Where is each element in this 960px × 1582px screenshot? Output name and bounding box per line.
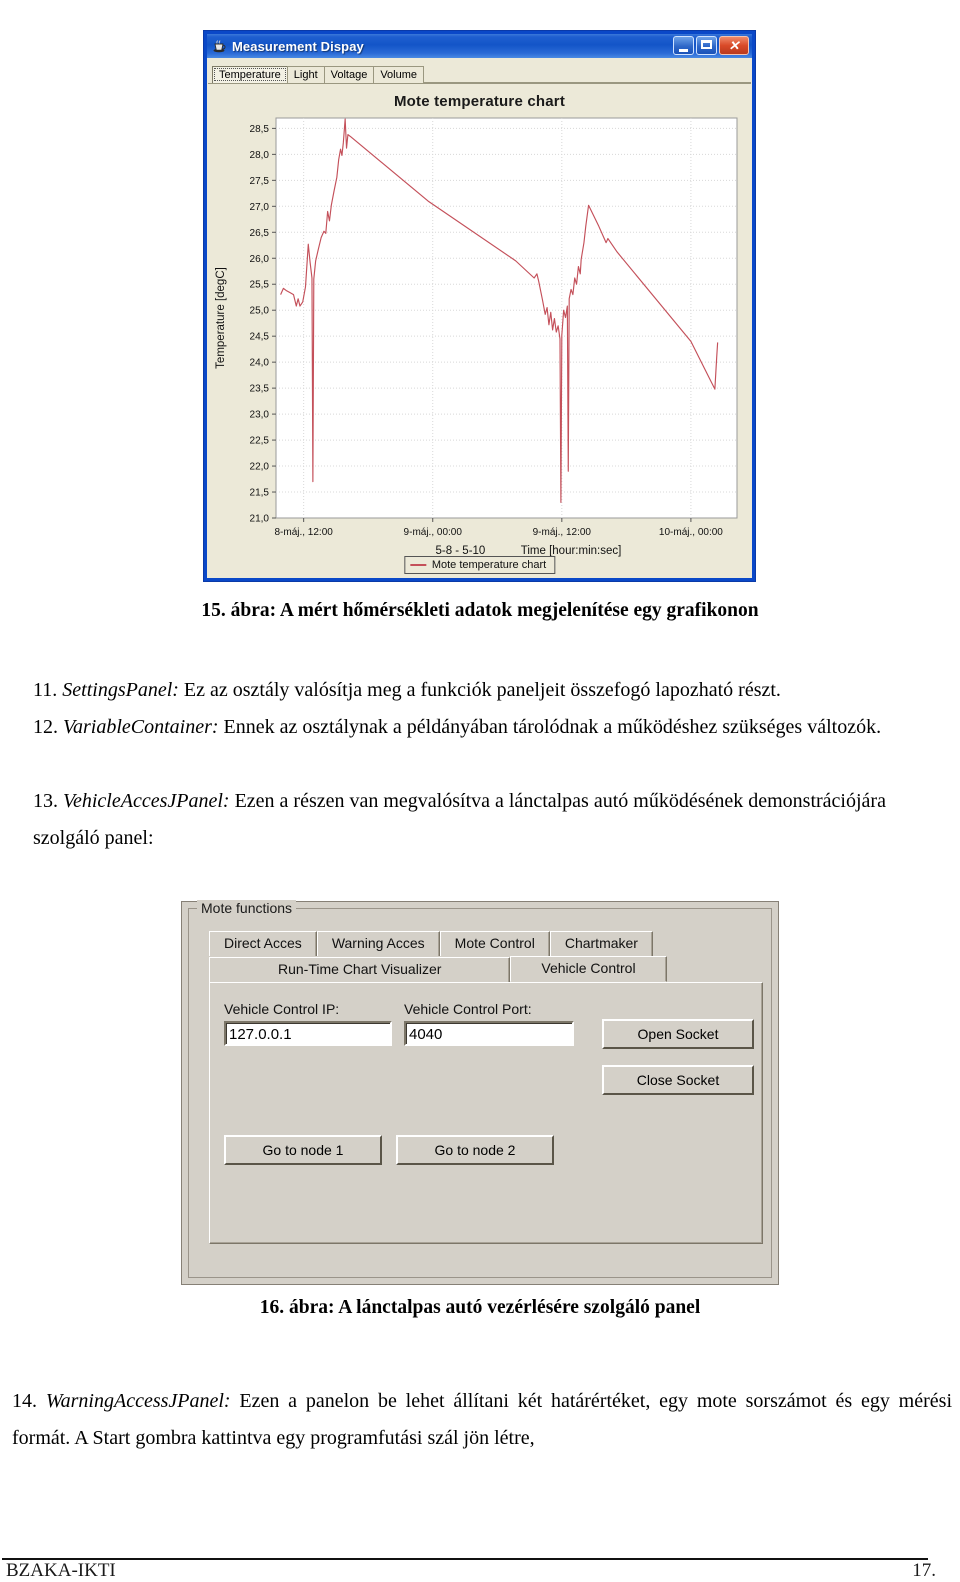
svg-text:8-máj., 12:00: 8-máj., 12:00 bbox=[274, 527, 333, 538]
mote-tabs-row-1: Direct Acces Warning Acces Mote Control … bbox=[209, 931, 763, 956]
tab-warning-acces[interactable]: Warning Acces bbox=[316, 931, 440, 956]
legend-label: Mote temperature chart bbox=[431, 559, 547, 571]
close-button[interactable]: ✕ bbox=[719, 36, 749, 55]
legend-line-swatch bbox=[409, 564, 426, 566]
vehicle-control-ip-input[interactable]: 127.0.0.1 bbox=[224, 1021, 392, 1046]
svg-text:25,0: 25,0 bbox=[250, 306, 270, 317]
paragraph-13-number: 13. bbox=[33, 790, 58, 812]
paragraph-14: 14. WarningAccessJPanel: Ezen a panelon … bbox=[12, 1383, 952, 1457]
paragraph-12-number: 12. bbox=[33, 716, 58, 738]
svg-text:24,5: 24,5 bbox=[250, 332, 270, 343]
svg-text:Temperature [degC]: Temperature [degC] bbox=[215, 267, 227, 369]
node-buttons-group: Go to node 1 Go to node 2 bbox=[224, 1135, 748, 1165]
svg-text:26,5: 26,5 bbox=[250, 228, 270, 239]
duke-coffee-icon bbox=[211, 38, 227, 54]
svg-text:26,0: 26,0 bbox=[250, 254, 270, 265]
svg-text:22,0: 22,0 bbox=[250, 462, 270, 473]
svg-text:23,0: 23,0 bbox=[250, 410, 270, 421]
svg-text:28,0: 28,0 bbox=[250, 150, 270, 161]
footer-left: BZAKA-IKTI bbox=[6, 1560, 116, 1581]
tab-mote-control[interactable]: Mote Control bbox=[439, 931, 550, 956]
paragraph-11-number: 11. bbox=[33, 679, 58, 701]
paragraph-11-text: Ez az osztály valósítja meg a funkciók p… bbox=[178, 679, 781, 701]
chart-svg: 28,5 28,0 27,5 27,0 26,5 26,0 25,5 25,0 24,5 24,0… bbox=[215, 117, 738, 557]
paragraph-14-term: WarningAccessJPanel: bbox=[45, 1390, 231, 1412]
groupbox-title: Mote functions bbox=[197, 900, 297, 916]
tab-run-time-chart-visualizer[interactable]: Run-Time Chart Visualizer bbox=[209, 957, 511, 982]
port-field-group: Vehicle Control Port: 4040 bbox=[404, 1001, 574, 1046]
ip-label: Vehicle Control IP: bbox=[224, 1001, 340, 1017]
svg-text:10-máj., 00:00: 10-máj., 00:00 bbox=[659, 527, 723, 538]
paragraph-14-number: 14. bbox=[12, 1390, 37, 1412]
minimize-button[interactable] bbox=[673, 36, 694, 55]
temperature-chart-panel: Mote temperature chart 28,5 28,0 27,5 27,0 2… bbox=[208, 84, 751, 577]
vehicle-control-port-input[interactable]: 4040 bbox=[404, 1021, 574, 1046]
svg-text:24,0: 24,0 bbox=[250, 358, 270, 369]
close-icon: ✕ bbox=[728, 38, 740, 53]
svg-text:22,5: 22,5 bbox=[250, 436, 270, 447]
measurement-tabstrip: Temperature Light Voltage Volume bbox=[208, 59, 751, 84]
svg-text:28,5: 28,5 bbox=[250, 124, 270, 135]
chart-title: Mote temperature chart bbox=[393, 93, 566, 110]
window-title: Measurement Dispay bbox=[232, 38, 364, 54]
svg-text:21,5: 21,5 bbox=[250, 488, 270, 499]
paragraph-12: 12. VariableContainer: Ennek az osztályn… bbox=[33, 709, 903, 746]
figure-15-caption: 15. ábra: A mért hőmérsékleti adatok meg… bbox=[201, 600, 759, 621]
svg-text:23,5: 23,5 bbox=[250, 384, 270, 395]
mote-tabs: Direct Acces Warning Acces Mote Control … bbox=[209, 931, 763, 982]
paragraph-12-term: VariableContainer: bbox=[63, 716, 219, 738]
tab-light[interactable]: Light bbox=[286, 66, 325, 83]
tab-chartmaker[interactable]: Chartmaker bbox=[549, 931, 653, 956]
close-socket-button[interactable]: Close Socket bbox=[602, 1065, 754, 1095]
mote-functions-panel: Mote functions Direct Acces Warning Acce… bbox=[181, 900, 779, 1285]
svg-text:27,0: 27,0 bbox=[250, 202, 270, 213]
window-titlebar[interactable]: Measurement Dispay ✕ bbox=[207, 34, 752, 58]
svg-text:9-máj., 12:00: 9-máj., 12:00 bbox=[533, 527, 592, 538]
window-body: Temperature Light Voltage Volume Mote te… bbox=[207, 58, 752, 578]
paragraph-13-term: VehicleAccesJPanel: bbox=[63, 790, 230, 812]
paragraph-13: 13. VehicleAccesJPanel: Ezen a részen va… bbox=[33, 783, 913, 857]
svg-text:9-máj., 00:00: 9-máj., 00:00 bbox=[404, 527, 463, 538]
paragraph-11-term: SettingsPanel: bbox=[62, 679, 179, 701]
window-controls: ✕ bbox=[673, 36, 749, 55]
paragraph-12-text: Ennek az osztálynak a példányában tároló… bbox=[218, 716, 882, 738]
ip-field-group: Vehicle Control IP: 127.0.0.1 bbox=[224, 1001, 392, 1046]
tab-volume[interactable]: Volume bbox=[373, 66, 425, 83]
footer-right: 17. bbox=[912, 1560, 936, 1581]
tab-direct-acces[interactable]: Direct Acces bbox=[209, 931, 317, 956]
footer-divider bbox=[2, 1558, 928, 1560]
mote-functions-groupbox: Mote functions Direct Acces Warning Acce… bbox=[188, 900, 772, 1278]
paragraph-11: 11. SettingsPanel: Ez az osztály valósít… bbox=[33, 672, 929, 709]
svg-text:25,5: 25,5 bbox=[250, 280, 270, 291]
go-to-node-2-button[interactable]: Go to node 2 bbox=[396, 1135, 554, 1165]
tabstrip-filler bbox=[423, 62, 751, 83]
tab-temperature[interactable]: Temperature bbox=[212, 66, 288, 83]
open-socket-button[interactable]: Open Socket bbox=[602, 1019, 754, 1049]
socket-buttons-group: Open Socket Close Socket bbox=[602, 1019, 754, 1095]
figure-16-caption: 16. ábra: A lánctalpas autó vezérlésére … bbox=[259, 1297, 701, 1318]
tab-voltage[interactable]: Voltage bbox=[323, 66, 375, 83]
maximize-button[interactable] bbox=[696, 36, 717, 55]
chart-legend: Mote temperature chart bbox=[403, 556, 556, 574]
svg-text:21,0: 21,0 bbox=[250, 514, 270, 525]
mote-tabs-row-2: Run-Time Chart Visualizer Vehicle Contro… bbox=[209, 956, 763, 982]
chart-canvas: 28,5 28,0 27,5 27,0 26,5 26,0 25,5 25,0 24,5 24,0… bbox=[208, 110, 751, 577]
vehicle-control-tab-content: Vehicle Control IP: 127.0.0.1 Vehicle Co… bbox=[209, 982, 763, 1244]
svg-text:27,5: 27,5 bbox=[250, 176, 270, 187]
tab-vehicle-control[interactable]: Vehicle Control bbox=[510, 956, 667, 982]
port-label: Vehicle Control Port: bbox=[404, 1001, 532, 1017]
go-to-node-1-button[interactable]: Go to node 1 bbox=[224, 1135, 382, 1165]
measurement-display-window: Measurement Dispay ✕ Temperature Light V… bbox=[203, 30, 756, 582]
